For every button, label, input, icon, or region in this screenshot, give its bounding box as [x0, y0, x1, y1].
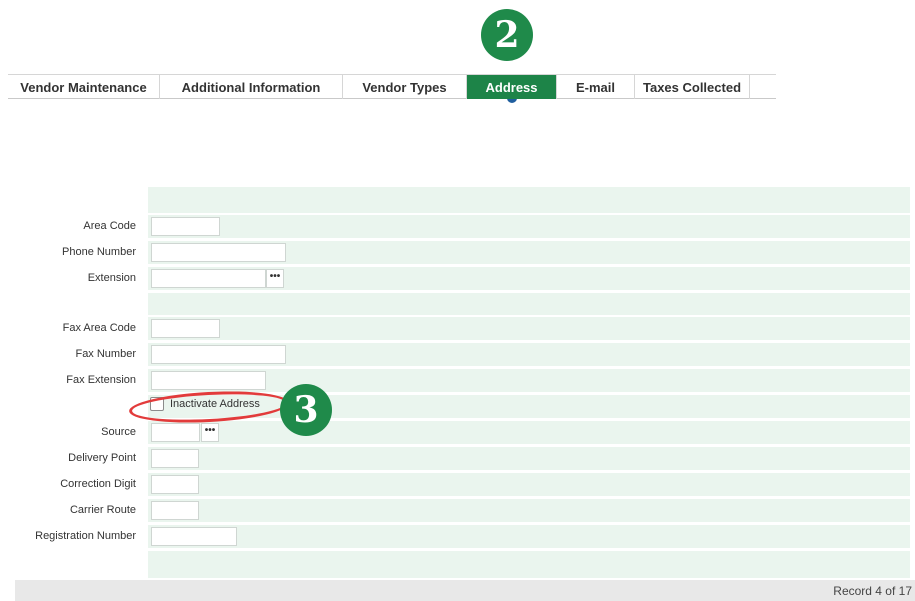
step-3-callout: 3 [280, 384, 332, 436]
source-label: Source [101, 426, 136, 438]
fax-number-label: Fax Number [75, 348, 136, 360]
tab-label: Additional Information [181, 79, 321, 95]
fax-extension-input[interactable] [151, 371, 266, 390]
tab-vendor-maintenance[interactable]: Vendor Maintenance [8, 75, 160, 99]
area-code-input[interactable] [151, 217, 220, 236]
tab-label: Vendor Maintenance [20, 79, 147, 95]
extension-input[interactable] [151, 269, 266, 288]
carrier-route-input[interactable] [151, 501, 199, 520]
tab-email[interactable]: E-mail [557, 75, 635, 99]
carrier-route-label: Carrier Route [69, 504, 136, 516]
tab-vendor-types[interactable]: Vendor Types [343, 75, 467, 99]
registration-number-label: Registration Number [35, 530, 136, 542]
area-code-label: Area Code [83, 220, 136, 232]
registration-number-input[interactable] [151, 527, 237, 546]
screen: 2 Vendor Maintenance Additional Informat… [0, 0, 915, 601]
row-band [148, 447, 910, 470]
phone-number-input[interactable] [151, 243, 286, 262]
tab-bar: Vendor Maintenance Additional Informatio… [8, 74, 776, 103]
row-band [148, 499, 910, 522]
tab-label: Address [485, 79, 538, 95]
row-band [148, 215, 910, 238]
tab-taxes-collected[interactable]: Taxes Collected [635, 75, 750, 99]
step-2-callout: 2 [481, 9, 533, 61]
row-band [148, 317, 910, 340]
source-input[interactable] [151, 423, 200, 442]
extension-lookup-button[interactable]: ••• [266, 269, 284, 288]
source-lookup-button[interactable]: ••• [201, 423, 219, 442]
tab-label: E-mail [575, 79, 615, 95]
row-band [148, 473, 910, 496]
correction-digit-input[interactable] [151, 475, 199, 494]
row-band [148, 525, 910, 548]
active-tab-pointer [506, 99, 518, 105]
delivery-point-input[interactable] [151, 449, 199, 468]
form-header-band [148, 187, 910, 213]
fax-number-input[interactable] [151, 345, 286, 364]
fax-area-code-label: Fax Area Code [62, 322, 136, 334]
tab-label: Vendor Types [362, 79, 447, 95]
fax-extension-label: Fax Extension [66, 374, 136, 386]
tab-label: Taxes Collected [642, 79, 742, 95]
status-bar: Record 4 of 17 [15, 580, 915, 601]
delivery-point-label: Delivery Point [68, 452, 136, 464]
extension-label: Extension [87, 272, 136, 284]
tab-additional-information[interactable]: Additional Information [160, 75, 343, 99]
tab-address[interactable]: Address [467, 75, 557, 103]
row-band [148, 421, 910, 444]
fax-area-code-input[interactable] [151, 319, 220, 338]
record-counter: Record 4 of 17 [833, 584, 912, 598]
spacer-band [148, 293, 910, 315]
correction-digit-label: Correction Digit [60, 478, 136, 490]
form-footer-band [148, 551, 910, 578]
phone-number-label: Phone Number [62, 246, 136, 258]
